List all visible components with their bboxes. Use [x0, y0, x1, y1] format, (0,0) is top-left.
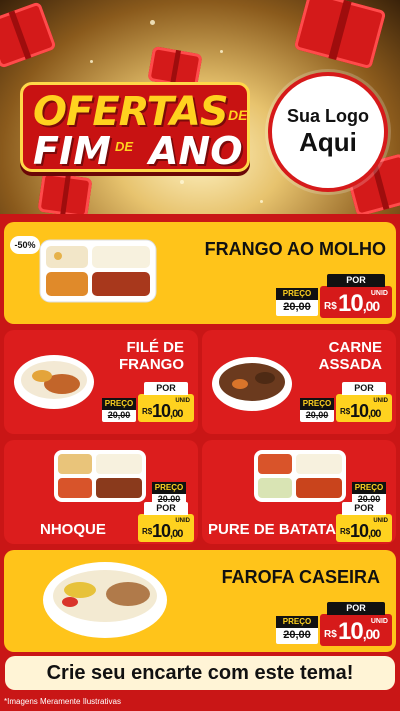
- new-price-tag: POR R$ 10,00 UNID: [138, 382, 194, 422]
- food-tray-image: [54, 450, 146, 502]
- new-price-tag: POR R$ 10,00 UNID: [336, 382, 392, 422]
- header-banner: OFERTAS DE FIM DE ANO Sua Logo Aqui: [0, 0, 400, 220]
- product-name: NHOQUE: [40, 521, 106, 538]
- old-price-value: 20,00: [283, 301, 311, 313]
- title-de: DE: [228, 107, 248, 123]
- old-price-tag: PREÇO 20,00: [300, 398, 334, 422]
- title-ano: ANO: [149, 129, 243, 173]
- unit-label: UNID: [370, 618, 388, 625]
- new-price-label: POR: [341, 502, 387, 515]
- food-bowl-image: [43, 562, 167, 638]
- logo-line-2: Aqui: [299, 127, 357, 157]
- unit-label: UNID: [373, 518, 388, 524]
- cta-text: Crie seu encarte com este tema!: [46, 661, 354, 684]
- old-price-label: PREÇO: [352, 482, 386, 494]
- product-name: CARNE ASSADA: [318, 339, 382, 373]
- old-price-tag: PREÇO 20,00: [102, 398, 136, 422]
- new-price-tag: POR R$ 10,00 UNID: [336, 502, 392, 542]
- price-value: 10,00: [152, 521, 183, 541]
- cta-banner[interactable]: Crie seu encarte com este tema!: [5, 656, 395, 690]
- promo-title: OFERTAS DE FIM DE ANO: [20, 82, 250, 173]
- price-value: 10,00: [350, 521, 381, 541]
- old-price-label: PREÇO: [276, 288, 318, 300]
- logo-placeholder: Sua Logo Aqui: [268, 72, 388, 192]
- old-price-label: PREÇO: [102, 398, 136, 410]
- product-name: FAROFA CASEIRA: [221, 567, 380, 587]
- new-price-tag: POR R$ 10,00 UNID: [320, 602, 392, 646]
- currency-symbol: R$: [324, 301, 337, 312]
- product-name: FILÉ DE FRANGO: [119, 339, 184, 373]
- unit-label: UNID: [373, 398, 388, 404]
- price-value: 10,00: [152, 401, 183, 421]
- product-card-nhoque[interactable]: NHOQUE PREÇO 20,00 POR R$ 10,00 UNID: [4, 440, 198, 544]
- product-card-file-de-frango[interactable]: FILÉ DE FRANGO PREÇO 20,00 POR R$ 10,00 …: [4, 330, 198, 434]
- discount-badge: -50%: [10, 236, 40, 254]
- old-price-value: 20,00: [107, 410, 131, 420]
- old-price-label: PREÇO: [152, 482, 186, 494]
- new-price-tag: POR R$ 10,00 UNID: [320, 274, 392, 318]
- title-fim: FIM: [33, 129, 111, 173]
- logo-line-1: Sua Logo: [287, 106, 369, 126]
- food-tray-image: [39, 239, 157, 303]
- disclaimer-text: *Imagens Meramente Ilustrativas: [4, 697, 121, 706]
- currency-symbol: R$: [142, 407, 153, 416]
- food-bowl-image: [14, 355, 94, 409]
- old-price-label: PREÇO: [276, 616, 318, 628]
- currency-symbol: R$: [340, 527, 351, 536]
- old-price-tag: PREÇO 20,00: [276, 288, 318, 316]
- product-name: PURE DE BATATA: [208, 521, 337, 538]
- product-card-carne-assada[interactable]: CARNE ASSADA PREÇO 20,00 POR R$ 10,00 UN…: [202, 330, 396, 434]
- product-card-pure-de-batata[interactable]: PURE DE BATATA PREÇO 20,00 POR R$ 10,00 …: [202, 440, 396, 544]
- unit-label: UNID: [175, 518, 190, 524]
- currency-symbol: R$: [142, 527, 153, 536]
- new-price-label: POR: [327, 274, 385, 287]
- new-price-tag: POR R$ 10,00 UNID: [138, 502, 194, 542]
- new-price-label: POR: [143, 382, 189, 395]
- currency-symbol: R$: [340, 407, 351, 416]
- product-card-farofa-caseira[interactable]: FAROFA CASEIRA PREÇO 20,00 POR R$ 10,00 …: [4, 550, 396, 652]
- unit-label: UNID: [175, 398, 190, 404]
- gift-box-icon: [293, 0, 387, 70]
- price-value: 10,00: [350, 401, 381, 421]
- food-bowl-image: [212, 357, 292, 411]
- old-price-label: PREÇO: [300, 398, 334, 410]
- product-name: FRANGO AO MOLHO: [204, 239, 386, 259]
- old-price-value: 20,00: [305, 410, 329, 420]
- unit-label: UNID: [370, 290, 388, 297]
- gift-box-icon: [37, 171, 93, 219]
- new-price-label: POR: [327, 602, 385, 615]
- product-card-frango-ao-molho[interactable]: FRANGO AO MOLHO PREÇO 20,00 POR R$ 10,00…: [4, 222, 396, 324]
- old-price-tag: PREÇO 20,00: [276, 616, 318, 644]
- new-price-label: POR: [143, 502, 189, 515]
- title-de-2: DE: [115, 139, 134, 154]
- new-price-label: POR: [341, 382, 387, 395]
- gift-box-icon: [0, 1, 57, 69]
- old-price-value: 20,00: [283, 629, 311, 641]
- currency-symbol: R$: [324, 629, 337, 640]
- food-tray-image: [254, 450, 346, 502]
